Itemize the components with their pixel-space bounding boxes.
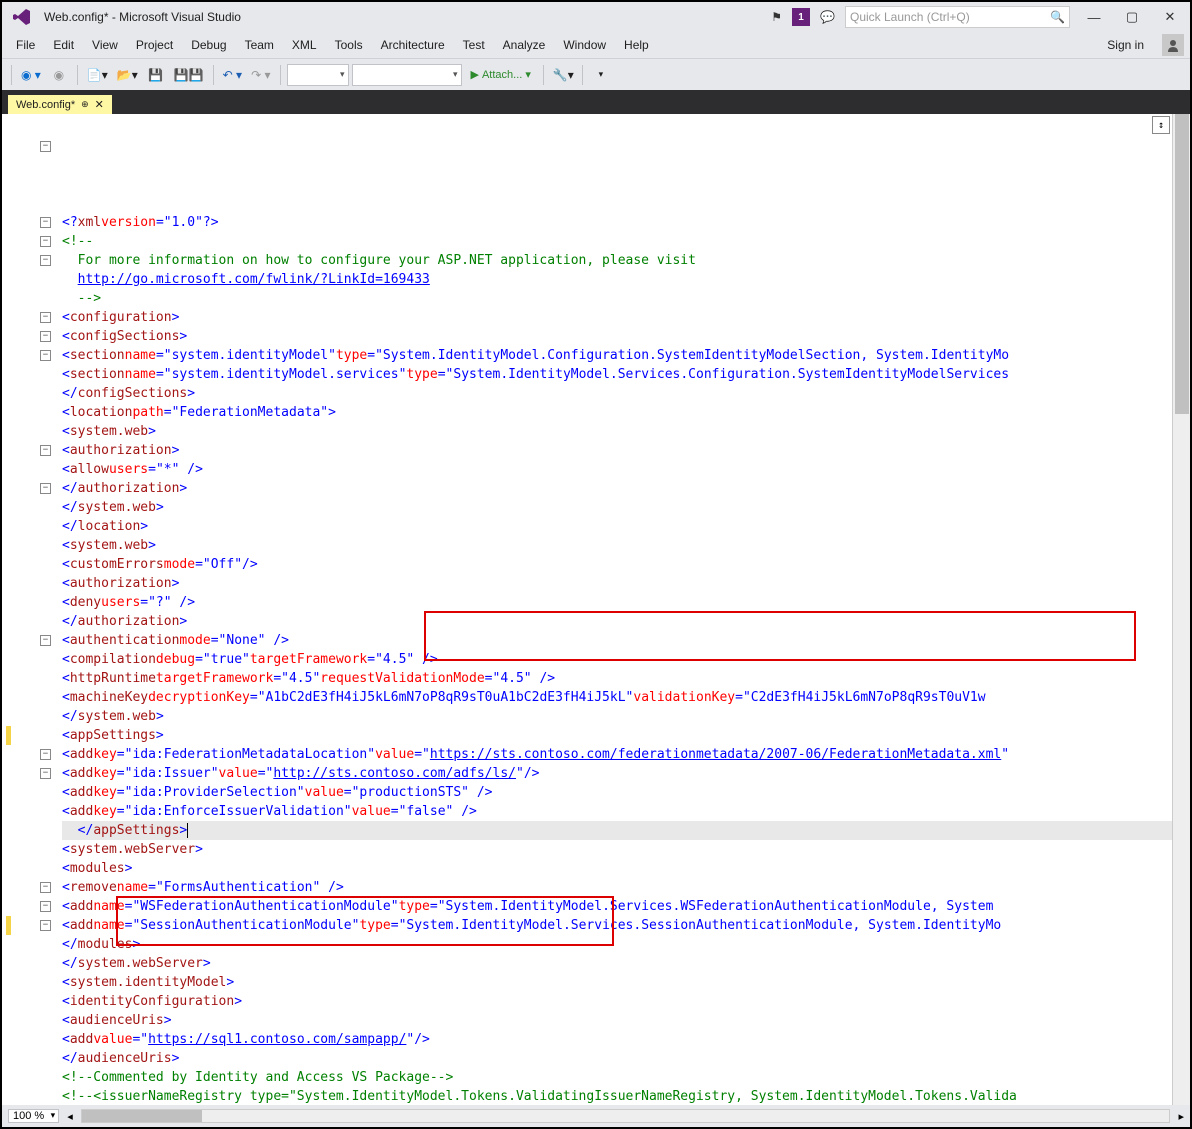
code-area[interactable]: ↕ <?xml version="1.0"?> <!-- For more in… <box>58 114 1172 1105</box>
vertical-scrollbar[interactable] <box>1172 114 1190 1105</box>
fold-toggle[interactable]: − <box>40 255 51 266</box>
config-combo[interactable] <box>287 64 349 86</box>
minimize-button[interactable]: — <box>1080 7 1108 27</box>
close-button[interactable]: ✕ <box>1156 7 1184 27</box>
tab-label: Web.config* <box>16 99 75 111</box>
menu-tools[interactable]: Tools <box>327 36 371 54</box>
avatar-icon[interactable] <box>1162 34 1184 56</box>
quick-launch-input[interactable]: Quick Launch (Ctrl+Q) 🔍 <box>845 6 1070 28</box>
fold-toggle[interactable]: − <box>40 217 51 228</box>
save-all-button[interactable]: 💾💾 <box>171 63 207 87</box>
menu-architecture[interactable]: Architecture <box>373 36 453 54</box>
horizontal-scrollbar[interactable] <box>81 1109 1171 1123</box>
gutter: − − − − − − − − − − − − − − − <box>2 114 58 1105</box>
editor: − − − − − − − − − − − − − − − ↕ <?xml version="1.0"?> … <box>2 114 1190 1105</box>
tab-close-icon[interactable]: ✕ <box>95 98 104 111</box>
document-tab[interactable]: Web.config* ⊕ ✕ <box>8 95 112 114</box>
menubar: File Edit View Project Debug Team XML To… <box>2 32 1190 58</box>
hscroll-left[interactable]: ◂ <box>67 1110 73 1123</box>
fold-toggle[interactable]: − <box>40 141 51 152</box>
fold-toggle[interactable]: − <box>40 901 51 912</box>
menu-project[interactable]: Project <box>128 36 181 54</box>
menu-analyze[interactable]: Analyze <box>495 36 554 54</box>
split-view-button[interactable]: ↕ <box>1152 116 1170 134</box>
menu-team[interactable]: Team <box>237 36 282 54</box>
redo-button[interactable]: ↷ ▾ <box>248 63 273 87</box>
menu-edit[interactable]: Edit <box>45 36 82 54</box>
search-icon: 🔍 <box>1050 10 1065 24</box>
menu-window[interactable]: Window <box>555 36 614 54</box>
maximize-button[interactable]: ▢ <box>1118 7 1146 27</box>
nav-back-button[interactable]: ◉ ▾ <box>18 63 44 87</box>
menu-test[interactable]: Test <box>455 36 493 54</box>
toolbar: ◉ ▾ ◉ 📄▾ 📂▾ 💾 💾💾 ↶ ▾ ↷ ▾ ▶ Attach... ▾ 🔧… <box>2 58 1190 90</box>
new-file-button[interactable]: 📄▾ <box>84 63 111 87</box>
fold-toggle[interactable]: − <box>40 749 51 760</box>
undo-button[interactable]: ↶ ▾ <box>220 63 245 87</box>
find-in-files-button[interactable]: 🔧▾ <box>550 63 577 87</box>
menu-debug[interactable]: Debug <box>183 36 234 54</box>
titlebar: Web.config* - Microsoft Visual Studio ⚑ … <box>2 2 1190 32</box>
fold-toggle[interactable]: − <box>40 350 51 361</box>
fold-toggle[interactable]: − <box>40 920 51 931</box>
flag-icon[interactable]: ⚑ <box>771 10 782 24</box>
feedback-icon[interactable]: 💬 <box>820 10 835 24</box>
fold-toggle[interactable]: − <box>40 331 51 342</box>
toolbar-overflow[interactable]: ▾ <box>589 63 613 87</box>
hscrollbar-thumb[interactable] <box>82 1110 202 1122</box>
menu-file[interactable]: File <box>8 36 43 54</box>
scrollbar-thumb[interactable] <box>1175 114 1189 414</box>
nav-forward-button[interactable]: ◉ <box>47 63 71 87</box>
zoom-combo[interactable]: 100 % <box>8 1109 59 1123</box>
tab-strip: Web.config* ⊕ ✕ <box>2 90 1190 114</box>
menu-help[interactable]: Help <box>616 36 657 54</box>
save-button[interactable]: 💾 <box>144 63 168 87</box>
fold-toggle[interactable]: − <box>40 635 51 646</box>
platform-combo[interactable] <box>352 64 462 86</box>
fold-toggle[interactable]: − <box>40 768 51 779</box>
menu-xml[interactable]: XML <box>284 36 325 54</box>
hscroll-right[interactable]: ▸ <box>1178 1110 1184 1123</box>
fold-toggle[interactable]: − <box>40 236 51 247</box>
open-file-button[interactable]: 📂▾ <box>114 63 141 87</box>
fold-toggle[interactable]: − <box>40 882 51 893</box>
notification-badge[interactable]: 1 <box>792 8 810 26</box>
fold-toggle[interactable]: − <box>40 445 51 456</box>
fold-toggle[interactable]: − <box>40 483 51 494</box>
attach-button[interactable]: ▶ Attach... ▾ <box>465 63 537 87</box>
attach-label: Attach... <box>482 69 522 81</box>
vs-logo-icon <box>8 7 36 27</box>
quick-launch-placeholder: Quick Launch (Ctrl+Q) <box>850 10 970 24</box>
window-title: Web.config* - Microsoft Visual Studio <box>44 10 241 24</box>
fold-toggle[interactable]: − <box>40 312 51 323</box>
menu-view[interactable]: View <box>84 36 126 54</box>
sign-in-link[interactable]: Sign in <box>1097 36 1154 54</box>
statusbar: 100 % ◂ ▸ <box>2 1105 1190 1127</box>
pin-icon[interactable]: ⊕ <box>81 99 89 110</box>
